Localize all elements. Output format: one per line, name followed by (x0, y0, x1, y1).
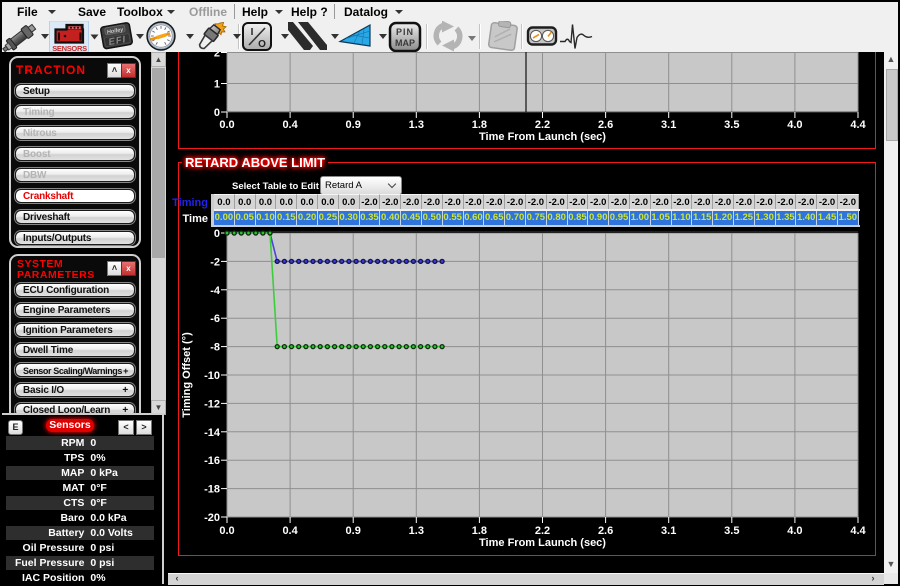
svg-text:-20: -20 (204, 512, 220, 524)
svg-text:4.0: 4.0 (787, 525, 802, 537)
svg-text:2: 2 (214, 52, 220, 60)
svg-text:1.8: 1.8 (472, 119, 487, 131)
svg-text:0: 0 (214, 107, 220, 119)
svg-text:1.3: 1.3 (409, 525, 424, 537)
svg-text:MAP: MAP (395, 38, 415, 48)
svg-text:-6: -6 (210, 313, 220, 325)
svg-text:0.9: 0.9 (346, 119, 361, 131)
svg-text:-4: -4 (210, 285, 221, 297)
svg-text:-10: -10 (204, 370, 220, 382)
svg-text:2.2: 2.2 (535, 525, 550, 537)
svg-text:0.4: 0.4 (282, 525, 298, 537)
svg-text:4.4: 4.4 (850, 119, 866, 131)
svg-text:2.2: 2.2 (535, 119, 550, 131)
svg-text:-2: -2 (210, 256, 220, 268)
svg-text:1.3: 1.3 (409, 119, 424, 131)
svg-text:-8: -8 (210, 342, 220, 354)
svg-text:1.8: 1.8 (472, 525, 487, 537)
svg-text:0: 0 (214, 228, 220, 240)
svg-text:0.4: 0.4 (282, 119, 298, 131)
svg-text:1: 1 (214, 79, 220, 91)
svg-text:3.5: 3.5 (724, 119, 739, 131)
svg-text:3.5: 3.5 (724, 525, 739, 537)
svg-text:-16: -16 (204, 455, 220, 467)
svg-text:SENSORS: SENSORS (52, 44, 87, 52)
svg-text:3.1: 3.1 (661, 119, 676, 131)
svg-text:Timing Offset (°): Timing Offset (°) (181, 332, 193, 418)
svg-text:-18: -18 (204, 484, 220, 496)
svg-text:Time From Launch (sec): Time From Launch (sec) (479, 537, 606, 549)
svg-text:-12: -12 (204, 398, 220, 410)
svg-text:3.1: 3.1 (661, 525, 676, 537)
svg-text:-14: -14 (204, 427, 221, 439)
svg-text:I: I (251, 27, 254, 38)
svg-text:0.9: 0.9 (346, 525, 361, 537)
svg-text:0.0: 0.0 (219, 119, 234, 131)
svg-text:2.6: 2.6 (598, 525, 613, 537)
svg-text:4.4: 4.4 (850, 525, 866, 537)
svg-text:O: O (258, 39, 266, 50)
svg-text:0.0: 0.0 (219, 525, 234, 537)
svg-text:Time From Launch (sec): Time From Launch (sec) (479, 131, 606, 143)
svg-text:2.6: 2.6 (598, 119, 613, 131)
svg-text:PIN: PIN (396, 27, 414, 37)
svg-text:4.0: 4.0 (787, 119, 802, 131)
